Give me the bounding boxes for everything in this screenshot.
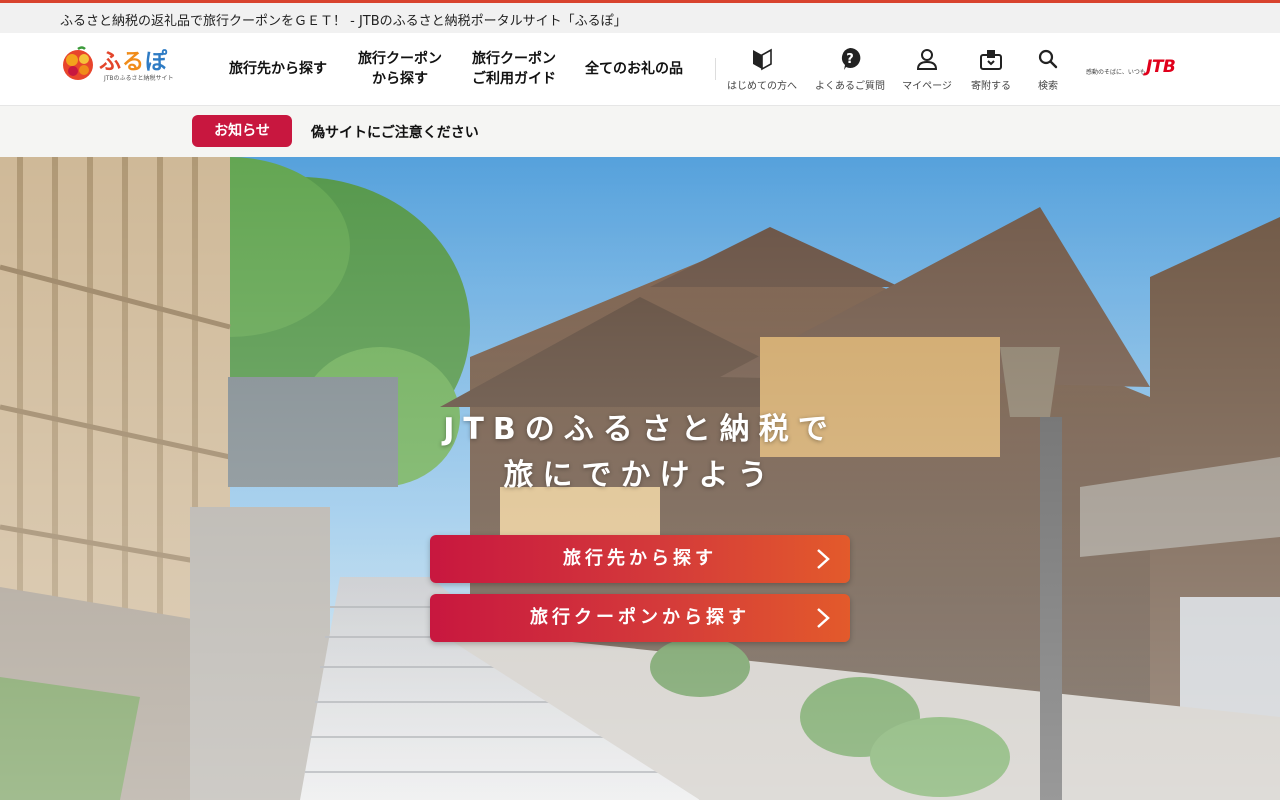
util-search[interactable]: 検索 bbox=[1026, 47, 1070, 93]
search-icon bbox=[1038, 49, 1058, 69]
notice-badge-button[interactable]: お知らせ bbox=[192, 115, 292, 147]
nav-all-gifts[interactable]: 全てのお礼の品 bbox=[578, 33, 690, 105]
cta-search-destination-button[interactable]: 旅行先から探す bbox=[430, 535, 850, 583]
svg-text:?: ? bbox=[846, 52, 854, 67]
util-faq[interactable]: ? よくあるご質問 bbox=[814, 47, 886, 93]
util-mypage[interactable]: マイページ bbox=[898, 47, 956, 93]
chevron-right-icon bbox=[817, 608, 830, 628]
donation-box-icon bbox=[980, 50, 1002, 70]
beginner-mark-icon bbox=[753, 48, 772, 71]
nav-search-destination[interactable]: 旅行先から探す bbox=[222, 33, 334, 105]
site-tagline-bar: ふるさと納税の返礼品で旅行クーポンをＧＥＴ！ - JTBのふるさと納税ポータルサ… bbox=[0, 3, 1280, 33]
furupo-logo[interactable]: ふるぽ JTBのふるさと納税サイト bbox=[60, 44, 180, 88]
notice-link[interactable]: 偽サイトにご注意ください bbox=[311, 122, 479, 142]
hero-title-line1: JTBのふるさと納税で bbox=[443, 412, 837, 447]
jtb-logo: JTB bbox=[1146, 57, 1176, 77]
nav-search-coupon[interactable]: 旅行クーポン から探す bbox=[346, 33, 454, 105]
furupo-logo-mark-icon bbox=[63, 46, 93, 80]
hero-title: JTBのふるさと納税で 旅にでかけよう bbox=[0, 407, 1280, 499]
logo-subtitle: JTBのふるさと納税サイト bbox=[104, 75, 174, 82]
logo-wordmark: ふるぽ bbox=[99, 50, 169, 75]
nav-divider bbox=[715, 58, 716, 80]
hero-section: JTBのふるさと納税で 旅にでかけよう 旅行先から探す 旅行クーポンから探す bbox=[0, 157, 1280, 800]
util-donate[interactable]: 寄附する bbox=[964, 47, 1018, 93]
hero-title-line2: 旅にでかけよう bbox=[503, 458, 777, 493]
cta-search-coupon-button[interactable]: 旅行クーポンから探す bbox=[430, 594, 850, 642]
site-header: ふるぽ JTBのふるさと納税サイト 旅行先から探す 旅行クーポン から探す 旅行ク… bbox=[0, 33, 1280, 106]
site-tagline: ふるさと納税の返礼品で旅行クーポンをＧＥＴ！ - JTBのふるさと納税ポータルサ… bbox=[60, 14, 627, 29]
util-beginners[interactable]: はじめての方へ bbox=[726, 47, 798, 93]
chevron-right-icon bbox=[817, 549, 830, 569]
person-icon bbox=[916, 49, 938, 70]
question-bubble-icon: ? bbox=[841, 47, 861, 70]
notice-bar: お知らせ 偽サイトにご注意ください bbox=[0, 106, 1280, 157]
jtb-slogan: 感動のそばに、いつも。 bbox=[1086, 69, 1152, 76]
nav-coupon-guide[interactable]: 旅行クーポン ご利用ガイド bbox=[462, 33, 566, 105]
